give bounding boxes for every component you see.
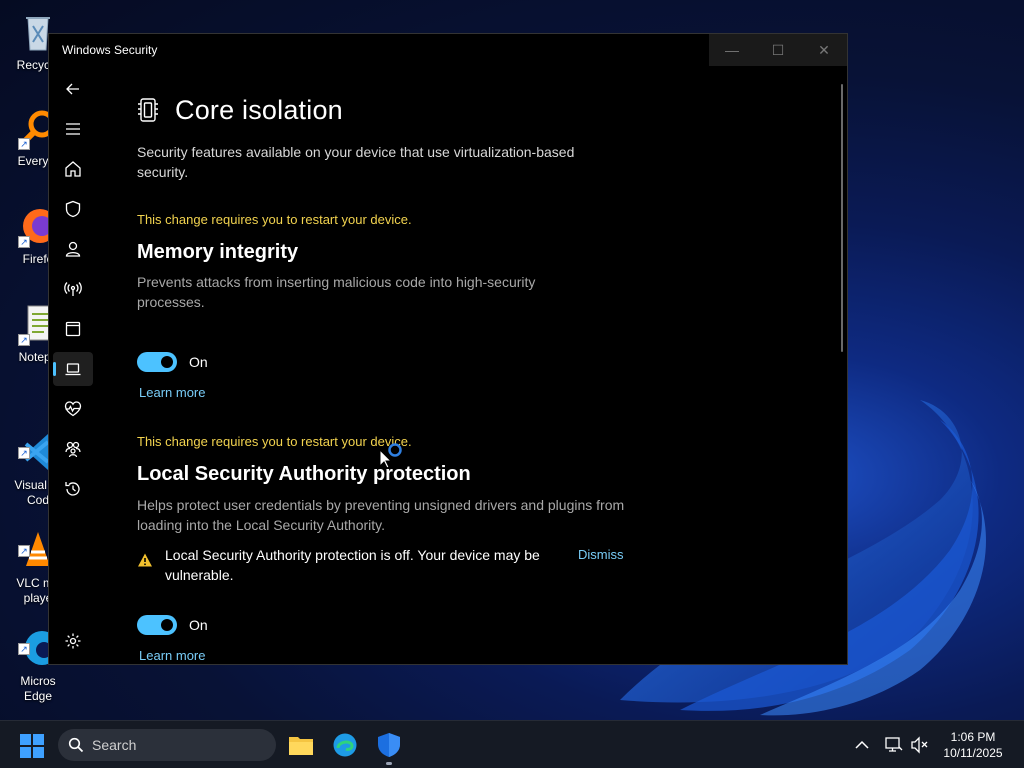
dismiss-button[interactable]: Dismiss xyxy=(578,547,624,562)
shortcut-arrow-icon: ↗ xyxy=(18,545,30,557)
laptop-icon xyxy=(65,363,81,376)
shortcut-arrow-icon: ↗ xyxy=(18,447,30,459)
nav-item-protection-history[interactable] xyxy=(53,472,93,506)
person-icon xyxy=(65,241,81,257)
nav-item-settings[interactable] xyxy=(53,624,93,658)
menu-button[interactable] xyxy=(53,112,93,146)
home-icon xyxy=(65,161,81,177)
page-description: Security features available on your devi… xyxy=(137,144,575,180)
history-icon xyxy=(65,482,80,496)
lsa-learn-more-link[interactable]: Learn more xyxy=(137,648,647,663)
nav-item-device-performance[interactable] xyxy=(53,392,93,426)
taskbar-clock[interactable]: 1:06 PM 10/11/2025 xyxy=(930,729,1016,761)
shield-icon xyxy=(65,200,81,218)
minimize-button[interactable]: — xyxy=(709,34,755,66)
memory-integrity-toggle[interactable] xyxy=(137,352,177,372)
nav-item-device-security[interactable] xyxy=(53,352,93,386)
search-placeholder: Search xyxy=(92,737,137,753)
nav-item-app-browser-control[interactable] xyxy=(53,312,93,346)
memory-integrity-toggle-label: On xyxy=(189,354,208,370)
nav-item-home[interactable] xyxy=(53,152,93,186)
heart-pulse-icon xyxy=(64,401,82,417)
lsa-warning-text: Local Security Authority protection is o… xyxy=(165,547,540,583)
taskbar-search-box[interactable]: Search xyxy=(58,729,276,761)
hamburger-icon xyxy=(66,123,80,135)
windows-logo-pane xyxy=(33,747,44,758)
lsa-toggle-label: On xyxy=(189,617,208,633)
start-button[interactable] xyxy=(20,734,44,758)
back-arrow-icon xyxy=(66,83,79,95)
antenna-icon xyxy=(64,282,82,296)
page-title: Core isolation xyxy=(175,94,343,125)
windows-security-window: Windows Security — ☐ ✕ Core isolation Se… xyxy=(48,33,848,665)
network-icon[interactable] xyxy=(884,736,904,754)
windows-logo-pane xyxy=(20,734,31,745)
desktop-icon-label: Micros Edge xyxy=(20,674,56,703)
edge-icon xyxy=(333,733,357,757)
warning-icon xyxy=(138,553,152,567)
memory-integrity-toggle-row: On xyxy=(137,352,647,372)
maximize-button[interactable]: ☐ xyxy=(755,34,801,66)
search-icon xyxy=(68,737,84,753)
system-tray xyxy=(852,721,930,768)
clock-date: 10/11/2025 xyxy=(943,746,1003,760)
shortcut-arrow-icon: ↗ xyxy=(18,236,30,248)
nav-item-family-options[interactable] xyxy=(53,432,93,466)
windows-logo-pane xyxy=(33,734,44,745)
family-icon xyxy=(65,441,81,458)
shortcut-arrow-icon: ↗ xyxy=(18,334,30,346)
lsa-description: Helps protect user credentials by preven… xyxy=(137,497,625,533)
memory-integrity-title: Memory integrity xyxy=(137,241,299,263)
nav-item-firewall[interactable] xyxy=(53,272,93,306)
core-isolation-chip-icon xyxy=(138,98,158,122)
clock-time: 1:06 PM xyxy=(950,730,996,744)
windows-security-icon xyxy=(378,733,400,757)
volume-muted-icon[interactable] xyxy=(910,736,930,754)
lsa-toggle[interactable] xyxy=(137,615,177,635)
taskbar-file-explorer[interactable] xyxy=(285,729,317,761)
shortcut-arrow-icon: ↗ xyxy=(18,643,30,655)
nav-item-account-protection[interactable] xyxy=(53,232,93,266)
taskbar-edge[interactable] xyxy=(329,729,361,761)
shortcut-arrow-icon: ↗ xyxy=(18,138,30,150)
taskbar-windows-security[interactable] xyxy=(373,729,405,765)
memory-integrity-learn-more-link[interactable]: Learn more xyxy=(137,385,647,400)
title-bar[interactable]: Windows Security — ☐ ✕ xyxy=(49,34,847,66)
window-title: Windows Security xyxy=(62,43,158,57)
back-button[interactable] xyxy=(53,72,93,106)
memory-integrity-description: Prevents attacks from inserting maliciou… xyxy=(137,274,536,310)
gear-icon xyxy=(65,633,81,649)
core-isolation-page: Core isolation Security features availab… xyxy=(137,74,647,663)
app-window-icon xyxy=(65,321,81,337)
memory-integrity-restart-notice: This change requires you to restart your… xyxy=(137,212,412,227)
taskbar: Search 1:06 PM 10/11/2025 xyxy=(0,720,1024,768)
lsa-toggle-row: On xyxy=(137,615,647,635)
nav-sidebar xyxy=(49,66,97,664)
busy-cursor-icon xyxy=(379,443,402,469)
lsa-warning-alert: Local Security Authority protection is o… xyxy=(137,545,647,585)
content-scrollbar[interactable] xyxy=(841,84,843,352)
nav-item-virus-protection[interactable] xyxy=(53,192,93,226)
file-explorer-icon xyxy=(289,737,313,755)
chevron-up-icon[interactable] xyxy=(852,737,872,753)
page-header: Core isolation xyxy=(137,92,647,128)
close-button[interactable]: ✕ xyxy=(801,34,847,66)
windows-logo-pane xyxy=(20,747,31,758)
